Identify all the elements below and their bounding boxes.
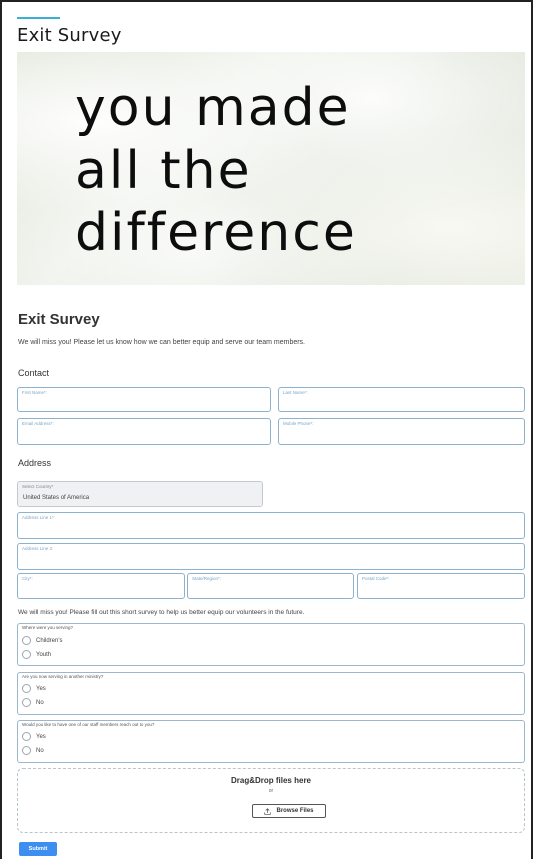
radio-button[interactable] xyxy=(22,746,31,755)
banner-text-line: difference xyxy=(75,203,357,263)
last-name-field[interactable]: Last Name*: xyxy=(278,387,525,412)
radio-option-label: Yes xyxy=(36,685,46,692)
city-label: City*: xyxy=(22,576,33,581)
file-dropzone[interactable]: Drag&Drop files here or Browse Files xyxy=(17,768,525,833)
question-label: Would you like to have one of our staff … xyxy=(22,722,155,727)
mobile-phone-label: Mobile Phone*: xyxy=(283,421,314,426)
title-accent-bar xyxy=(17,17,60,19)
state-region-field[interactable]: State/Region*: xyxy=(187,573,354,599)
country-label: Select Country* xyxy=(22,484,54,489)
city-field[interactable]: City*: xyxy=(17,573,185,599)
survey-title: Exit Survey xyxy=(18,311,100,328)
radio-option-youth[interactable]: Youth xyxy=(22,650,51,659)
radio-button[interactable] xyxy=(22,650,31,659)
radio-option-childrens[interactable]: Children's xyxy=(22,636,63,645)
radio-button[interactable] xyxy=(22,636,31,645)
address-section-title: Address xyxy=(18,458,52,468)
radio-option-label: Yes xyxy=(36,733,46,740)
first-name-label: First Name*: xyxy=(22,390,48,395)
radio-option-label: No xyxy=(36,699,44,706)
country-select[interactable]: Select Country* United States of America xyxy=(17,481,263,507)
address-line-1-field[interactable]: Address Line 1*: xyxy=(17,512,525,539)
upload-icon xyxy=(264,807,272,815)
radio-button[interactable] xyxy=(22,732,31,741)
address-line-2-label: Address Line 2: xyxy=(22,546,54,551)
contact-section-title: Contact xyxy=(18,368,50,378)
banner-text-line: you made xyxy=(75,78,351,138)
first-name-field[interactable]: First Name*: xyxy=(17,387,271,412)
postal-code-label: Postal Code*: xyxy=(362,576,390,581)
question-serving-area: Where were you serving? Children's Youth xyxy=(17,623,525,666)
country-value: United States of America xyxy=(23,495,90,501)
email-label: Email Address*: xyxy=(22,421,54,426)
radio-button[interactable] xyxy=(22,684,31,693)
banner-image: you made all the difference xyxy=(17,52,525,285)
dropzone-or: or xyxy=(268,788,274,794)
radio-option-yes[interactable]: Yes xyxy=(22,684,46,693)
radio-option-label: Youth xyxy=(36,651,52,658)
question-label: Are you now serving in another ministry? xyxy=(22,674,104,679)
question-staff-reach-out: Would you like to have one of our staff … xyxy=(17,720,525,763)
state-region-label: State/Region*: xyxy=(192,576,222,581)
dropzone-title: Drag&Drop files here xyxy=(230,776,312,785)
address-line-2-field[interactable]: Address Line 2: xyxy=(17,543,525,570)
question-other-ministry: Are you now serving in another ministry?… xyxy=(17,672,525,715)
page-title: Exit Survey xyxy=(17,25,122,46)
browse-files-label: Browse Files xyxy=(276,808,314,814)
radio-option-label: Children's xyxy=(36,637,63,644)
banner-text-line: all the xyxy=(75,141,252,201)
radio-option-yes[interactable]: Yes xyxy=(22,732,46,741)
question-label: Where were you serving? xyxy=(22,625,74,630)
mobile-phone-field[interactable]: Mobile Phone*: xyxy=(278,418,525,445)
address-line-1-label: Address Line 1*: xyxy=(22,515,56,520)
radio-option-no[interactable]: No xyxy=(22,746,44,755)
postal-code-field[interactable]: Postal Code*: xyxy=(357,573,525,599)
email-field[interactable]: Email Address*: xyxy=(17,418,271,445)
browse-files-button[interactable]: Browse Files xyxy=(252,804,326,818)
radio-button[interactable] xyxy=(22,698,31,707)
radio-option-label: No xyxy=(36,747,44,754)
radio-option-no[interactable]: No xyxy=(22,698,44,707)
survey-intro: We will miss you! Please let us know how… xyxy=(18,339,305,346)
survey-note: We will miss you! Please fill out this s… xyxy=(18,609,305,616)
submit-button[interactable]: Submit xyxy=(19,842,57,856)
last-name-label: Last Name*: xyxy=(283,390,308,395)
